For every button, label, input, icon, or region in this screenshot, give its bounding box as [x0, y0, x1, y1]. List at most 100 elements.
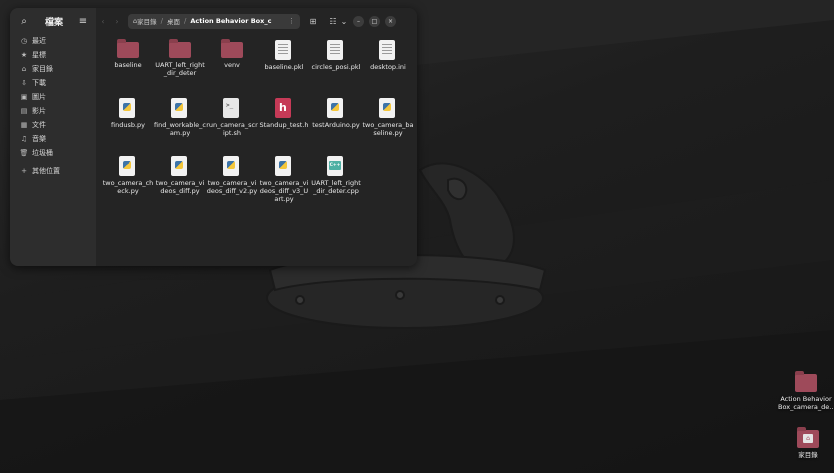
python-file-icon [171, 98, 189, 118]
file-item[interactable]: find_workable_cam.py [154, 98, 206, 137]
breadcrumb-separator: / [160, 17, 163, 25]
sidebar-item-home[interactable]: ⌂ 家目錄 [10, 62, 96, 76]
breadcrumb-desktop[interactable]: 桌面 [167, 16, 180, 26]
binary-file-icon [379, 40, 397, 60]
download-icon: ⇩ [21, 79, 27, 87]
sidebar-item-label: 星標 [32, 51, 46, 59]
file-item[interactable]: venv [206, 39, 258, 69]
desktop-home-folder[interactable]: ⌂ 家目錄 [780, 427, 834, 459]
minimize-icon[interactable]: – [353, 15, 364, 27]
sidebar-item-pictures[interactable]: ▣ 圖片 [10, 90, 96, 104]
file-name: two_camera_videos_diff_v2.py [206, 179, 258, 195]
python-file-icon [275, 156, 293, 176]
folder-icon [795, 371, 817, 392]
path-bar[interactable]: ⌂ 家目錄 / 桌面 / Action Behavior Box_c ⋮ [128, 13, 300, 29]
file-item[interactable]: testArduino.py [310, 98, 362, 129]
trash-icon: 🗑 [19, 149, 29, 157]
binary-file-icon [275, 40, 293, 60]
folder-icon [169, 39, 191, 58]
file-item[interactable]: findusb.py [102, 98, 154, 129]
file-name: testArduino.py [312, 121, 360, 129]
back-icon[interactable]: ‹ [96, 17, 110, 26]
forward-icon[interactable]: › [110, 17, 124, 26]
file-view: ‹ › ⌂ 家目錄 / 桌面 / Action Behavior Box_c ⋮… [96, 8, 417, 266]
hamburger-menu-icon[interactable]: ≡ [76, 16, 90, 27]
sidebar-item-label: 文件 [32, 121, 46, 129]
file-name: UART_left_right_dir_deter [155, 61, 205, 77]
file-name: venv [224, 61, 240, 69]
python-file-icon [379, 98, 397, 118]
document-icon: ▦ [20, 121, 28, 129]
file-name: find_workable_cam.py [154, 121, 206, 137]
file-name: circles_posi.pkl [311, 63, 361, 71]
file-name: two_camera_videos_diff.py [155, 179, 205, 195]
sidebar-item-label: 家目錄 [32, 65, 53, 73]
sidebar-item-videos[interactable]: ▤ 影片 [10, 104, 96, 118]
file-name: two_camera_videos_diff_v3_Uart.py [259, 179, 309, 203]
file-name: Standup_test.h [259, 121, 309, 129]
search-icon[interactable]: ⌕ [16, 16, 32, 27]
sidebar-item-label: 下載 [32, 79, 46, 87]
sidebar-item-label: 最近 [32, 37, 46, 45]
close-icon[interactable]: × [385, 15, 396, 27]
desktop-item-label: Action Behavior Box_camera_de... [778, 395, 834, 411]
sidebar-header: ⌕ 檔案 ≡ [10, 8, 96, 34]
file-item[interactable]: C++ UART_left_right_dir_deter.cpp [310, 156, 362, 195]
file-item[interactable]: desktop.ini [362, 40, 414, 71]
file-item[interactable]: two_camera_check.py [102, 156, 154, 195]
picture-icon: ▣ [20, 93, 28, 101]
home-folder-icon: ⌂ [797, 427, 819, 448]
clock-icon: ◷ [20, 37, 28, 45]
sidebar-item-documents[interactable]: ▦ 文件 [10, 118, 96, 132]
folder-icon [221, 39, 243, 58]
chevron-down-icon[interactable]: ⌄ [340, 17, 348, 26]
file-name: UART_left_right_dir_deter.cpp [311, 179, 361, 195]
file-item[interactable]: UART_left_right_dir_deter [154, 39, 206, 77]
file-name: two_camera_check.py [102, 179, 154, 195]
new-folder-icon[interactable]: ⊞ [306, 17, 320, 26]
file-item[interactable]: two_camera_videos_diff.py [154, 156, 206, 195]
file-name: two_camera_baseline.py [362, 121, 414, 137]
desktop-item-label: 家目錄 [798, 451, 818, 459]
python-file-icon [223, 156, 241, 176]
sidebar-item-label: 圖片 [32, 93, 46, 101]
list-view-icon[interactable]: ☷ [326, 17, 340, 26]
sidebar-item-music[interactable]: ♫ 音樂 [10, 132, 96, 146]
music-icon: ♫ [20, 135, 28, 143]
maximize-icon[interactable]: □ [369, 15, 380, 27]
python-file-icon [327, 98, 345, 118]
kebab-menu-icon[interactable]: ⋮ [288, 17, 295, 25]
file-name: baseline [114, 61, 142, 69]
file-item[interactable]: h Standup_test.h [258, 98, 310, 129]
breadcrumb-separator: / [184, 17, 187, 25]
sidebar-item-label: 垃圾桶 [32, 149, 53, 157]
plus-icon: + [21, 167, 27, 175]
file-item-selected[interactable]: >_ run_camera_script.sh [206, 95, 258, 141]
sidebar-item-recent[interactable]: ◷ 最近 [10, 34, 96, 48]
file-name: findusb.py [110, 121, 145, 129]
file-item[interactable]: baseline.pkl [258, 40, 310, 71]
file-name: desktop.ini [370, 63, 406, 71]
file-name: run_camera_script.sh [206, 121, 258, 137]
file-item[interactable]: two_camera_baseline.py [362, 98, 414, 137]
file-item[interactable]: two_camera_videos_diff_v2.py [206, 156, 258, 195]
sidebar-item-starred[interactable]: ★ 星標 [10, 48, 96, 62]
video-icon: ▤ [20, 107, 28, 115]
breadcrumb-home[interactable]: 家目錄 [137, 16, 157, 26]
sidebar-item-downloads[interactable]: ⇩ 下載 [10, 76, 96, 90]
app-title: 檔案 [44, 17, 63, 28]
file-item[interactable]: baseline [102, 39, 154, 69]
python-file-icon [119, 156, 137, 176]
cpp-file-icon: C++ [327, 156, 345, 176]
sidebar-item-trash[interactable]: 🗑 垃圾桶 [10, 146, 96, 160]
python-file-icon [119, 98, 137, 118]
breadcrumb-current[interactable]: Action Behavior Box_c [190, 17, 271, 25]
sidebar-item-other-locations[interactable]: + 其他位置 [10, 164, 96, 178]
desktop-folder-action-behavior-box[interactable]: Action Behavior Box_camera_de... [778, 371, 834, 411]
header-file-icon: h [275, 98, 293, 118]
file-item[interactable]: two_camera_videos_diff_v3_Uart.py [258, 156, 310, 203]
sidebar-item-label: 其他位置 [32, 167, 60, 175]
file-item[interactable]: circles_posi.pkl [310, 40, 362, 71]
home-icon: ⌂ [21, 65, 27, 73]
file-name: baseline.pkl [264, 63, 304, 71]
